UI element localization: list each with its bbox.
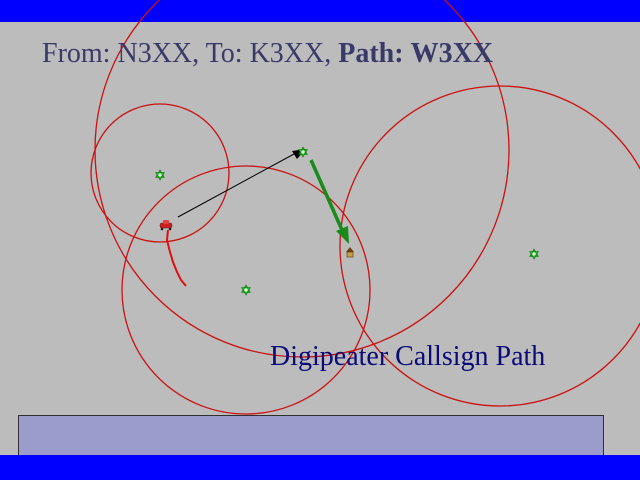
star-of-david-icon <box>155 169 165 181</box>
arrows <box>177 149 349 244</box>
star-of-david-icon <box>529 248 539 260</box>
house-icon <box>346 247 354 258</box>
path-label: Path: <box>338 38 404 69</box>
star-of-david-icon <box>241 284 251 296</box>
to-label: To: <box>205 38 243 69</box>
path-callsign: W3XX <box>410 38 494 69</box>
network-diagram <box>90 0 640 454</box>
digipeater-path-arrow <box>309 159 344 231</box>
from-label: From: <box>42 38 111 69</box>
diagram-caption: Digipeater Callsign Path <box>270 341 546 372</box>
direct-path-arrow <box>177 153 295 218</box>
car-icon <box>159 220 173 231</box>
packet-header: From: N3XX, To: K3XX, Path: W3XX <box>42 38 494 69</box>
digipeater-path-arrowhead <box>336 226 349 244</box>
from-callsign: N3XX <box>117 38 193 69</box>
bottom-band <box>0 455 640 480</box>
to-callsign: K3XX <box>249 38 325 69</box>
stations <box>155 146 539 296</box>
